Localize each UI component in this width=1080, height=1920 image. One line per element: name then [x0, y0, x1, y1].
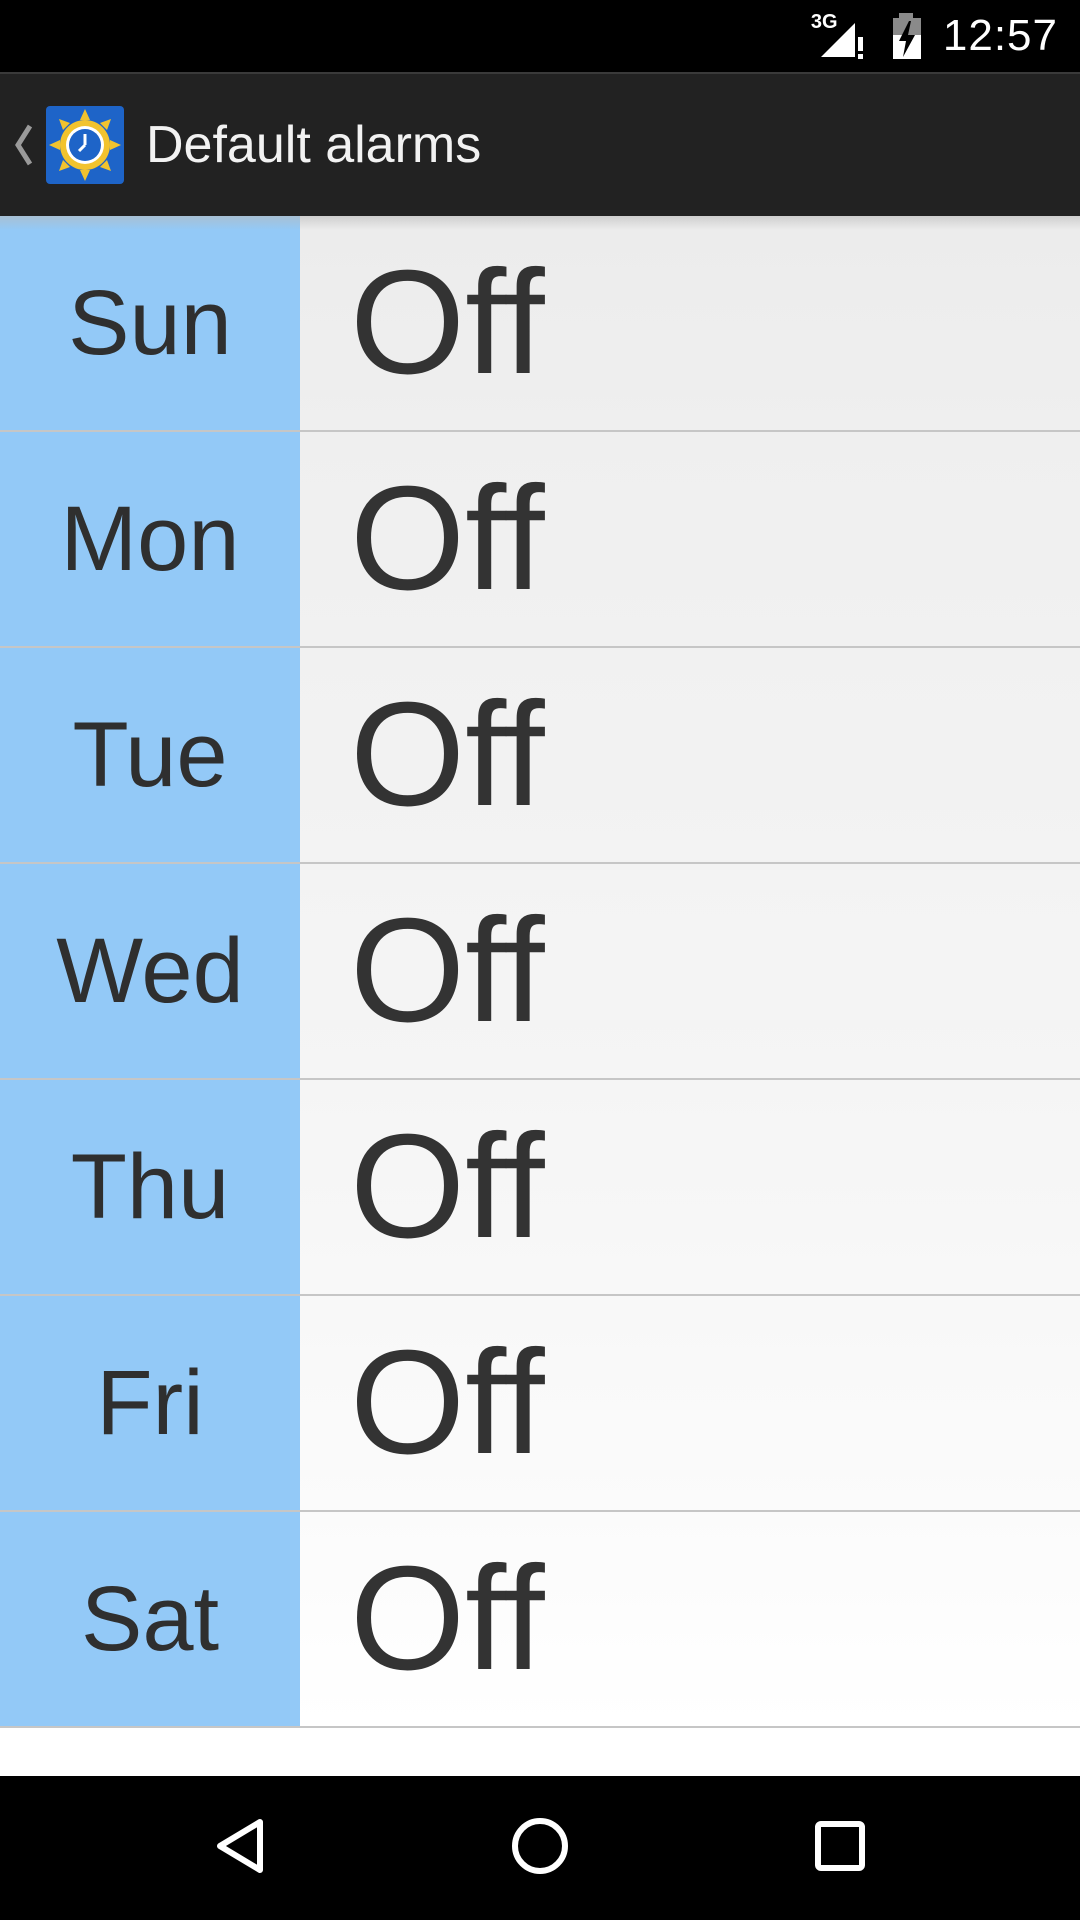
- navigation-bar: [0, 1776, 1080, 1920]
- day-label: Sat: [0, 1512, 300, 1726]
- alarm-value: Off: [350, 1104, 545, 1269]
- recents-icon: [810, 1816, 870, 1881]
- day-label: Thu: [0, 1080, 300, 1294]
- alarm-value-cell[interactable]: Off: [300, 864, 1080, 1078]
- alarm-row-sun[interactable]: Sun Off: [0, 216, 1080, 432]
- day-label: Tue: [0, 648, 300, 862]
- home-icon: [508, 1814, 572, 1883]
- alarm-value: Off: [350, 1536, 545, 1701]
- signal-3g-icon: 3G: [811, 11, 869, 61]
- alarm-value: Off: [350, 240, 545, 405]
- status-icons: 3G 12:57: [811, 0, 1058, 72]
- sun-clock-app-icon: [46, 106, 124, 184]
- alarm-value-cell[interactable]: Off: [300, 648, 1080, 862]
- status-bar: 3G 12:57: [0, 0, 1080, 72]
- action-bar-shadow: [0, 216, 1080, 230]
- alarm-value-cell[interactable]: Off: [300, 216, 1080, 430]
- day-label: Fri: [0, 1296, 300, 1510]
- chevron-left-icon: [10, 120, 36, 175]
- alarm-value: Off: [350, 1320, 545, 1485]
- alarm-list: Sun Off Mon Off Tue Off Wed Off Thu Off …: [0, 216, 1080, 1730]
- page-title: Default alarms: [146, 116, 482, 174]
- alarm-value-cell[interactable]: Off: [300, 1296, 1080, 1510]
- status-time: 12:57: [942, 11, 1058, 60]
- back-button[interactable]: [150, 1776, 330, 1920]
- alarm-value: Off: [350, 888, 545, 1053]
- battery-charging-icon: [887, 11, 927, 61]
- alarm-value-cell[interactable]: Off: [300, 1512, 1080, 1726]
- alarm-row-thu[interactable]: Thu Off: [0, 1080, 1080, 1296]
- back-icon: [210, 1816, 270, 1881]
- alarm-value-cell[interactable]: Off: [300, 432, 1080, 646]
- alarm-value: Off: [350, 672, 545, 837]
- up-button[interactable]: [0, 74, 130, 216]
- alarm-row-sat[interactable]: Sat Off: [0, 1512, 1080, 1728]
- alarm-row-fri[interactable]: Fri Off: [0, 1296, 1080, 1512]
- action-bar: Default alarms: [0, 72, 1080, 216]
- day-label: Sun: [0, 216, 300, 430]
- alarm-row-tue[interactable]: Tue Off: [0, 648, 1080, 864]
- recents-button[interactable]: [750, 1776, 930, 1920]
- alarm-row-wed[interactable]: Wed Off: [0, 864, 1080, 1080]
- alarm-value-cell[interactable]: Off: [300, 1080, 1080, 1294]
- alarm-value: Off: [350, 456, 545, 621]
- day-label: Wed: [0, 864, 300, 1078]
- day-label: Mon: [0, 432, 300, 646]
- alarm-row-mon[interactable]: Mon Off: [0, 432, 1080, 648]
- home-button[interactable]: [450, 1776, 630, 1920]
